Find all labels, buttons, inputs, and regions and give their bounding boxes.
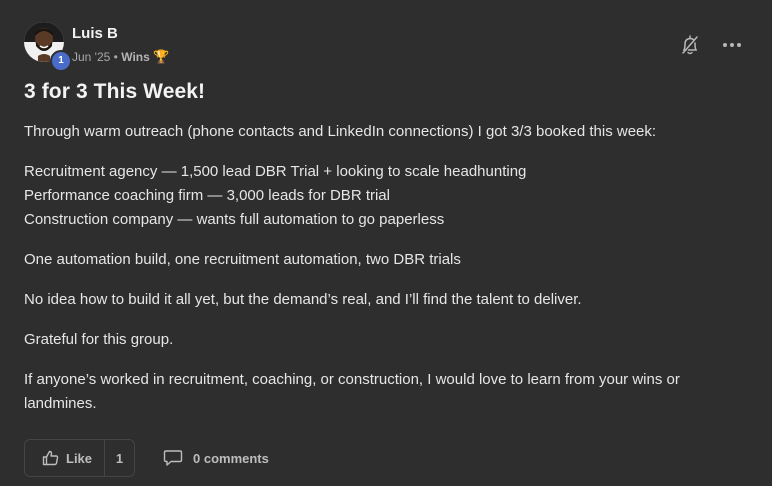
meta-separator: • [113,50,118,64]
author-avatar-wrap[interactable]: 1 [24,22,72,72]
post-content: Through warm outreach (phone contacts an… [24,120,744,432]
paragraph: Recruitment agency — 1,500 lead DBR Tria… [24,160,744,232]
paragraph-line: One automation build, one recruitment au… [24,251,461,268]
paragraph-line: Performance coaching firm — 3,000 leads … [24,187,390,204]
comment-icon [163,450,183,466]
paragraph-line: If anyone’s worked in recruitment, coach… [24,371,680,412]
paragraph: No idea how to build it all yet, but the… [24,288,744,312]
paragraph: Grateful for this group. [24,328,744,352]
paragraph: One automation build, one recruitment au… [24,248,744,272]
bell-off-icon [682,35,698,55]
thumbs-up-icon [42,450,59,466]
paragraph-line: Construction company — wants full automa… [24,211,445,228]
like-button[interactable]: Like [25,440,105,476]
trophy-icon: 🏆 [153,49,170,64]
bell-off-button[interactable] [680,34,700,56]
level-badge: 1 [50,50,72,72]
paragraph-line: No idea how to build it all yet, but the… [24,291,582,308]
author-name[interactable]: Luis B [72,25,118,42]
more-horizontal-icon [723,43,741,47]
post-meta: Jun '25 • Wins 🏆 [72,49,169,65]
comments-label: 0 comments [193,450,269,466]
post-header: 1 Luis B Jun '25 • Wins 🏆 [24,22,748,72]
like-label: Like [66,450,93,466]
paragraph-line: Grateful for this group. [24,331,174,348]
post-date[interactable]: Jun '25 [72,50,110,64]
paragraph-line: Recruitment agency — 1,500 lead DBR Tria… [24,163,527,180]
paragraph: Through warm outreach (phone contacts an… [24,120,744,144]
more-options-button[interactable] [720,36,744,54]
post-card: 1 Luis B Jun '25 • Wins 🏆 3 for 3 This W… [0,0,772,486]
like-count[interactable]: 1 [105,451,134,466]
paragraph: If anyone’s worked in recruitment, coach… [24,368,744,416]
comments-button[interactable]: 0 comments [163,449,269,467]
like-group: Like 1 [24,439,135,477]
post-category[interactable]: Wins [121,50,150,64]
post-title: 3 for 3 This Week! [24,80,206,103]
paragraph-line: Through warm outreach (phone contacts an… [24,123,657,140]
